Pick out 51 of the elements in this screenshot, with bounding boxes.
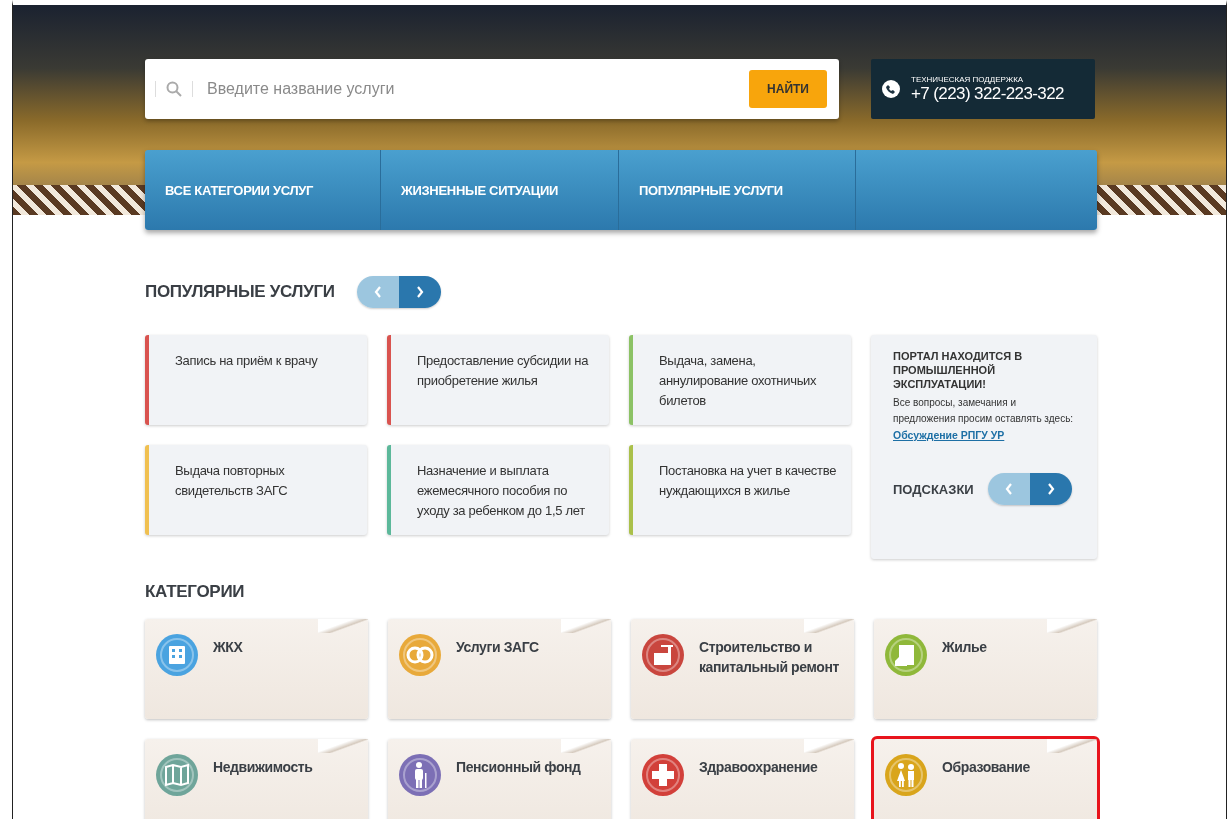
discussion-link[interactable]: Обсуждение РПГУ УР [893, 429, 1077, 441]
support-label: ТЕХНИЧЕСКАЯ ПОДДЕРЖКА [911, 74, 1025, 84]
section-title: КАТЕГОРИИ [145, 582, 245, 602]
service-card[interactable]: Предоставление субсидии на приобретение жилья [387, 335, 609, 425]
category-label: Недвижимость [213, 758, 313, 777]
phone-icon [881, 79, 901, 99]
section-title: ПОПУЛЯРНЫЕ УСЛУГИ [145, 282, 335, 302]
search-field[interactable]: Введите название услуги НАЙТИ [145, 59, 839, 119]
category-card[interactable]: Пенсионный фонд [388, 739, 611, 819]
chevron-left-icon [1004, 483, 1013, 495]
search-icon [155, 81, 193, 97]
category-card[interactable]: Недвижимость [145, 739, 368, 819]
search-button[interactable]: НАЙТИ [749, 70, 827, 108]
chevron-right-icon [415, 286, 424, 298]
hints-label: ПОДСКАЗКИ [893, 481, 974, 497]
service-card[interactable]: Постановка на учет в качестве нуждающихся в жилье [629, 445, 851, 535]
nav-tab[interactable]: ПОПУЛЯРНЫЕ УСЛУГИ [619, 150, 856, 230]
category-label: Образование [942, 758, 1030, 777]
category-card[interactable]: Здравоохранение [631, 739, 854, 819]
category-card[interactable]: Услуги ЗАГС [388, 619, 611, 719]
page-curl-icon [318, 619, 368, 633]
page-curl-icon [804, 739, 854, 753]
support-phone: +7 (223) 322-223-322 [911, 83, 1064, 104]
category-label: Жилье [942, 638, 987, 657]
next-button[interactable] [1029, 473, 1072, 505]
category-label: Пенсионный фонд [456, 758, 581, 777]
service-card[interactable]: Выдача, замена, аннулирование охотничьих билетов [629, 335, 851, 425]
page-curl-icon [1047, 619, 1097, 633]
page-curl-icon [318, 739, 368, 753]
nav-tab[interactable]: ВСЕ КАТЕГОРИИ УСЛУГ [145, 150, 381, 230]
next-button[interactable] [398, 276, 441, 308]
nav-tab[interactable]: ЖИЗНЕННЫЕ СИТУАЦИИ [381, 150, 619, 230]
page-curl-icon [1047, 739, 1097, 753]
category-card[interactable]: Образование [874, 739, 1097, 819]
chevron-right-icon [1046, 483, 1055, 495]
notice-title: ПОРТАЛ НАХОДИТСЯ В ПРОМЫШЛЕННОЙ ЭКСПЛУАТАЦИИ! [893, 349, 1024, 391]
category-card[interactable]: Строительство и капитальный ремонт [631, 619, 854, 719]
category-label: Строительство и капитальный ремонт [699, 638, 840, 677]
category-card[interactable]: ЖКХ [145, 619, 368, 719]
service-card[interactable]: Выдача повторных свидетельств ЗАГС [145, 445, 367, 535]
category-card[interactable]: Жилье [874, 619, 1097, 719]
chevron-left-icon [373, 286, 382, 298]
category-label: Услуги ЗАГС [456, 638, 539, 657]
category-label: ЖКХ [213, 638, 243, 657]
notice-text: Все вопросы, замечания и предложения просим оставлять здесь: [893, 396, 1075, 426]
page-curl-icon [804, 619, 854, 633]
page-curl-icon [561, 619, 611, 633]
page-curl-icon [561, 739, 611, 753]
service-card[interactable]: Запись на приём к врачу [145, 335, 367, 425]
category-label: Здравоохранение [699, 758, 818, 777]
service-card[interactable]: Назначение и выплата ежемесячного пособия по уходу за ребенком до 1,5 лет [387, 445, 609, 535]
